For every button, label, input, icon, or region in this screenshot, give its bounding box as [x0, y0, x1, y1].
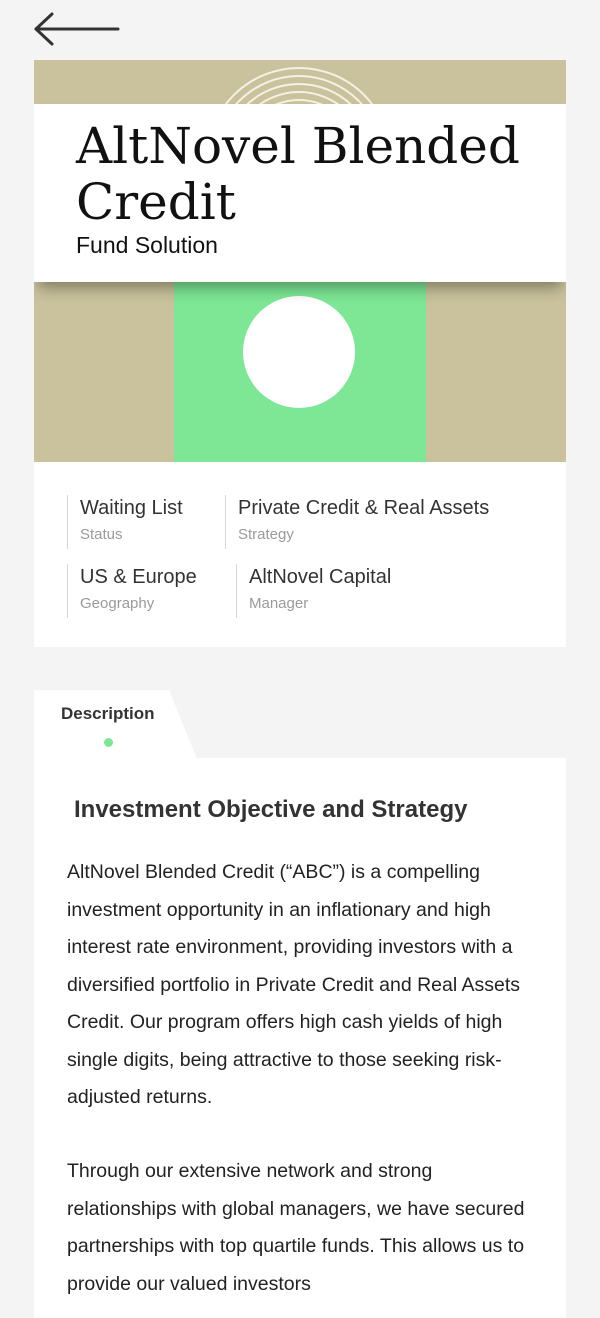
description-paragraph: AltNovel Blended Credit (“ABC”) is a com…	[67, 861, 521, 1108]
manager-value: AltNovel Capital	[249, 566, 392, 588]
title-card: AltNovel Blended Credit Fund Solution	[34, 104, 566, 282]
description-paragraph: Through our extensive network and strong…	[67, 1160, 525, 1295]
info-geography: US & Europe Geography	[67, 564, 197, 618]
status-value: Waiting List	[80, 497, 183, 519]
geography-label: Geography	[80, 595, 155, 612]
active-tab-indicator	[104, 738, 113, 747]
info-manager: AltNovel Capital Manager	[236, 564, 391, 618]
info-status: Waiting List Status	[67, 495, 183, 549]
concentric-arcs-decoration	[223, 67, 375, 106]
fund-subtitle: Fund Solution	[76, 232, 218, 258]
fund-info-card: Waiting List Status Private Credit & Rea…	[34, 462, 566, 647]
tab-description[interactable]: Description	[34, 690, 170, 759]
section-heading: Investment Objective and Strategy	[74, 796, 468, 823]
geography-value: US & Europe	[80, 566, 197, 588]
info-strategy: Private Credit & Real Assets Strategy	[225, 495, 489, 549]
fund-hero-image: AltNovel Blended Credit Fund Solution	[34, 60, 566, 462]
strategy-label: Strategy	[238, 526, 294, 543]
manager-label: Manager	[249, 595, 309, 612]
strategy-value: Private Credit & Real Assets	[238, 497, 490, 519]
back-button[interactable]	[32, 10, 122, 50]
fund-title: AltNovel Blended Credit	[76, 117, 520, 231]
tab-edge-decoration	[169, 690, 197, 759]
arrow-left-icon	[34, 12, 120, 46]
white-circle-decoration	[243, 296, 355, 408]
tab-description-label: Description	[61, 704, 155, 723]
description-panel: Investment Objective and Strategy AltNov…	[34, 758, 566, 1318]
status-label: Status	[80, 526, 123, 543]
